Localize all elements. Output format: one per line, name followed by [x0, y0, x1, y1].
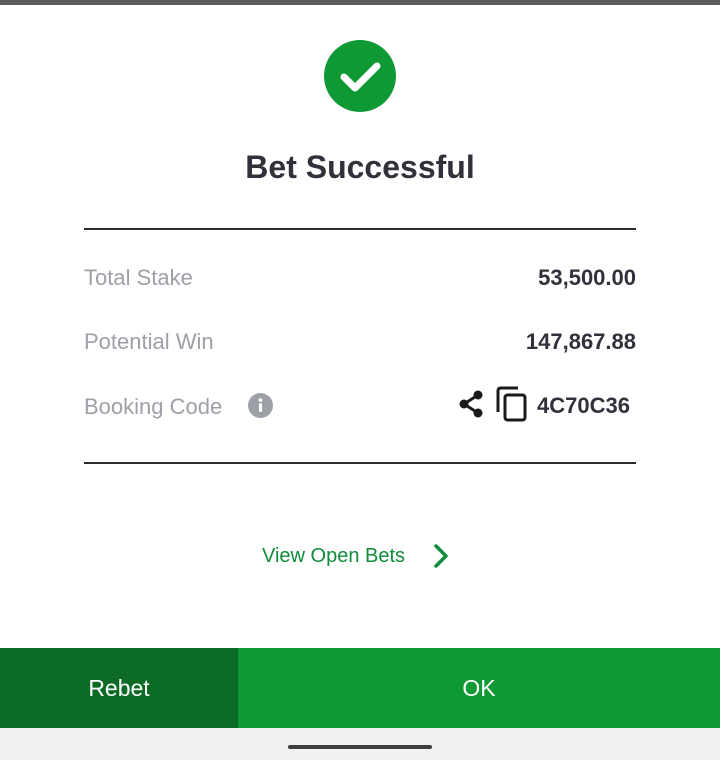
system-nav-area: [0, 728, 720, 760]
ok-button-label: OK: [462, 674, 496, 701]
ok-button[interactable]: OK: [238, 648, 720, 728]
check-circle-icon: [324, 40, 396, 112]
view-open-bets-link[interactable]: View Open Bets: [262, 540, 451, 572]
booking-code-value: 4C70C36: [537, 393, 630, 418]
copy-icon[interactable]: [495, 386, 529, 422]
potential-win-label: Potential Win: [84, 329, 214, 354]
divider-top: [84, 228, 636, 230]
booking-code-label: Booking Code: [84, 394, 223, 419]
dialog-title: Bet Successful: [245, 149, 475, 185]
rebet-button[interactable]: Rebet: [0, 648, 238, 728]
view-open-bets-label: View Open Bets: [262, 544, 406, 567]
total-stake-value: 53,500.00: [538, 265, 636, 290]
info-icon[interactable]: [248, 393, 273, 418]
divider-bottom: [84, 462, 636, 464]
chevron-right-icon: [434, 544, 448, 568]
share-icon[interactable]: [455, 388, 487, 420]
home-indicator[interactable]: [288, 745, 432, 749]
rebet-button-label: Rebet: [88, 674, 150, 701]
top-edge-bar: [0, 0, 720, 5]
total-stake-label: Total Stake: [84, 265, 193, 290]
potential-win-value: 147,867.88: [525, 329, 636, 354]
